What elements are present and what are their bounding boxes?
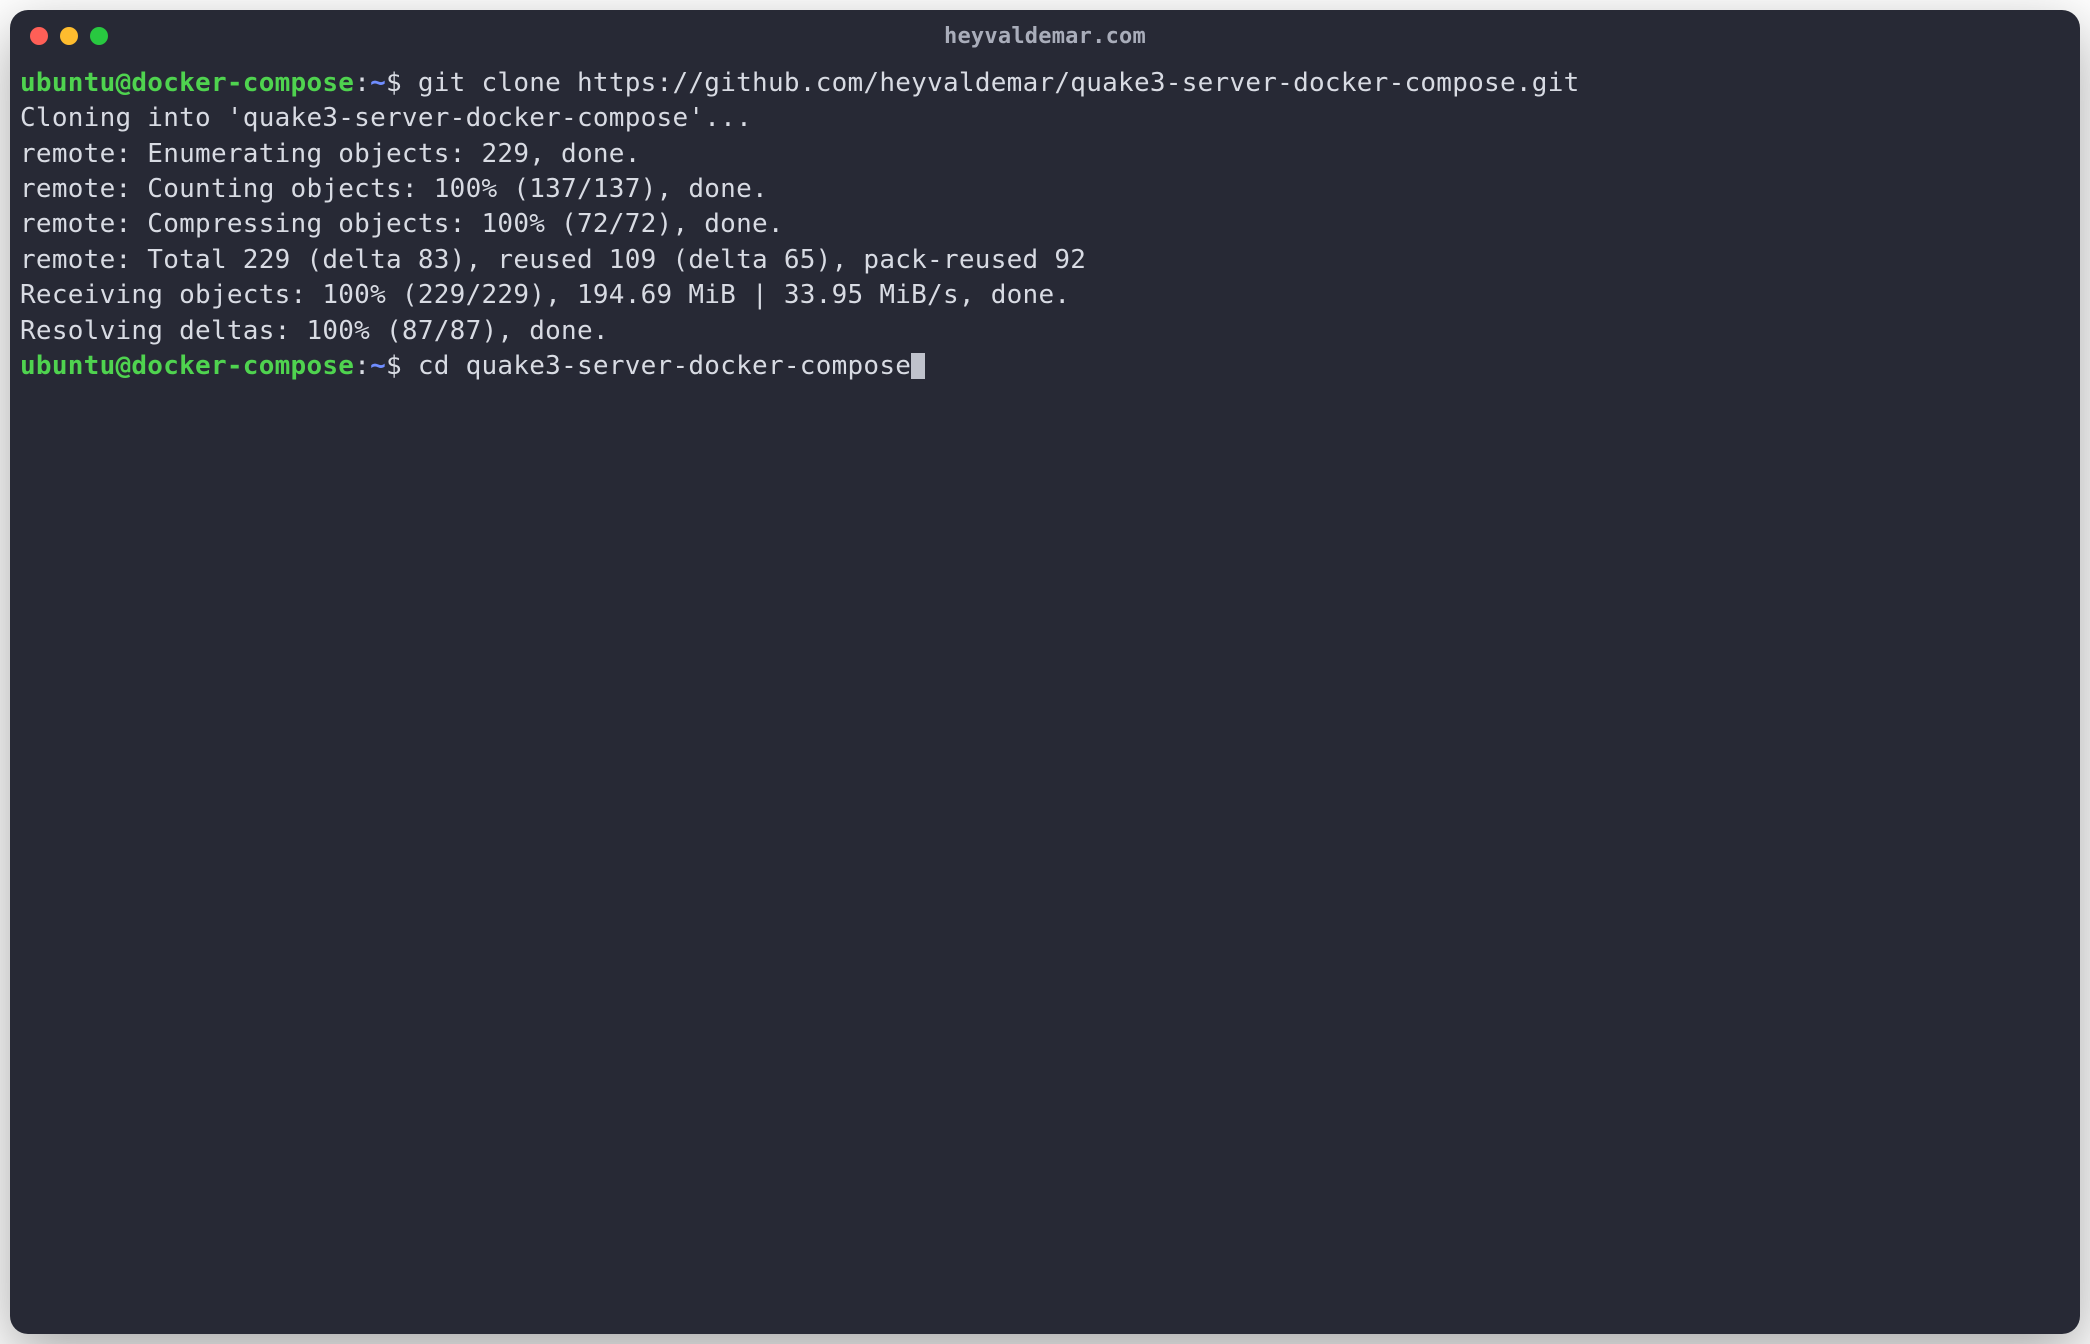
prompt-dollar: $ — [386, 68, 418, 98]
output-text: remote: Total 229 (delta 83), reused 109… — [20, 245, 1086, 275]
command-text: cd quake3-server-docker-compose — [418, 351, 911, 381]
prompt-line: ubuntu@docker-compose:~$ cd quake3-serve… — [20, 349, 2070, 384]
output-line: Cloning into 'quake3-server-docker-compo… — [20, 101, 2070, 136]
output-line: remote: Counting objects: 100% (137/137)… — [20, 172, 2070, 207]
terminal-body[interactable]: ubuntu@docker-compose:~$ git clone https… — [10, 62, 2080, 1334]
maximize-icon[interactable] — [90, 27, 108, 45]
output-line: remote: Total 229 (delta 83), reused 109… — [20, 243, 2070, 278]
window-title: heyvaldemar.com — [10, 24, 2080, 49]
prompt-path: ~ — [370, 351, 386, 381]
close-icon[interactable] — [30, 27, 48, 45]
output-text: remote: Compressing objects: 100% (72/72… — [20, 209, 784, 239]
output-line: Receiving objects: 100% (229/229), 194.6… — [20, 278, 2070, 313]
output-text: remote: Counting objects: 100% (137/137)… — [20, 174, 768, 204]
titlebar: heyvaldemar.com — [10, 10, 2080, 62]
output-text: Receiving objects: 100% (229/229), 194.6… — [20, 280, 1070, 310]
output-line: remote: Compressing objects: 100% (72/72… — [20, 207, 2070, 242]
prompt-user: ubuntu@docker-compose — [20, 68, 354, 98]
minimize-icon[interactable] — [60, 27, 78, 45]
traffic-lights — [30, 27, 108, 45]
prompt-colon: : — [354, 68, 370, 98]
cursor-icon — [911, 353, 925, 379]
prompt-path: ~ — [370, 68, 386, 98]
output-text: Cloning into 'quake3-server-docker-compo… — [20, 103, 752, 133]
prompt-user: ubuntu@docker-compose — [20, 351, 354, 381]
prompt-colon: : — [354, 351, 370, 381]
prompt-dollar: $ — [386, 351, 418, 381]
command-text: git clone https://github.com/heyvaldemar… — [418, 68, 1580, 98]
output-text: Resolving deltas: 100% (87/87), done. — [20, 316, 609, 346]
prompt-line: ubuntu@docker-compose:~$ git clone https… — [20, 66, 2070, 101]
output-line: Resolving deltas: 100% (87/87), done. — [20, 314, 2070, 349]
terminal-window: heyvaldemar.com ubuntu@docker-compose:~$… — [10, 10, 2080, 1334]
output-text: remote: Enumerating objects: 229, done. — [20, 139, 641, 169]
output-line: remote: Enumerating objects: 229, done. — [20, 137, 2070, 172]
